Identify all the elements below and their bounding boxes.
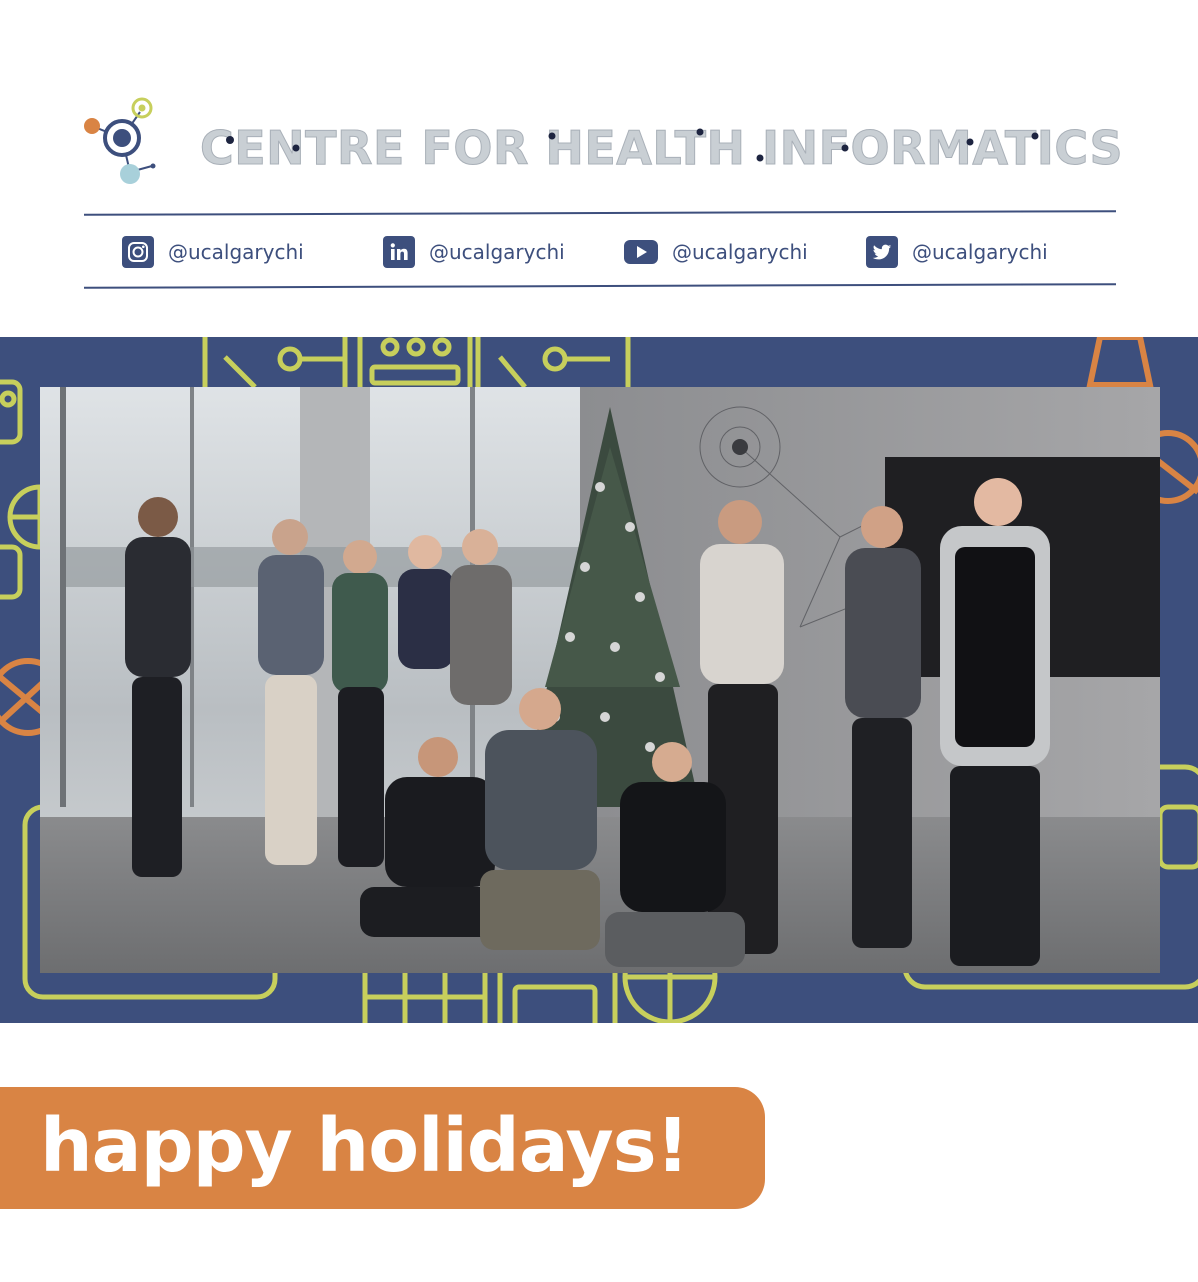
youtube-icon [624, 240, 658, 264]
social-bar: @ucalgarychi @ucalgarychi @ucalgarychi @… [84, 222, 1116, 282]
molecule-logo-icon [84, 97, 156, 184]
social-handle: @ucalgarychi [168, 240, 304, 264]
greeting-ribbon: happy holidays! [0, 1087, 765, 1209]
social-twitter[interactable]: @ucalgarychi [866, 236, 1048, 268]
social-linkedin[interactable]: @ucalgarychi [383, 236, 565, 268]
divider-bottom [83, 283, 1117, 289]
org-title: CENTRE FOR HEALTH INFORMATICS [199, 118, 1124, 178]
photo-banner [0, 337, 1198, 1023]
twitter-icon [866, 236, 898, 268]
instagram-icon [122, 236, 154, 268]
social-handle: @ucalgarychi [912, 240, 1048, 264]
divider-top [83, 210, 1117, 216]
team-photo [40, 387, 1160, 973]
social-youtube[interactable]: @ucalgarychi [624, 236, 808, 268]
social-instagram[interactable]: @ucalgarychi [122, 236, 304, 268]
greeting-text: happy holidays! [40, 1103, 689, 1189]
org-title-text: CENTRE FOR HEALTH INFORMATICS [199, 121, 1124, 176]
social-handle: @ucalgarychi [672, 240, 808, 264]
linkedin-icon [383, 236, 415, 268]
team-photo-image [40, 387, 1160, 973]
social-handle: @ucalgarychi [429, 240, 565, 264]
